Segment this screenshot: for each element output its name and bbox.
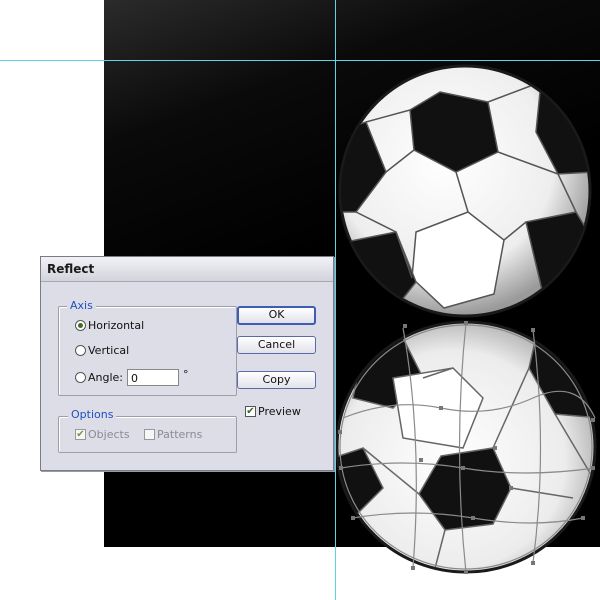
dialog-titlebar[interactable]: Reflect xyxy=(41,257,333,282)
reflected-soccer-ball[interactable] xyxy=(333,318,599,576)
horizontal-radio-option[interactable]: Horizontal xyxy=(75,317,144,333)
dialog-title: Reflect xyxy=(47,262,95,276)
soccer-ball[interactable] xyxy=(336,62,594,320)
patterns-option[interactable]: Patterns xyxy=(144,427,202,441)
horizontal-label: Horizontal xyxy=(88,318,145,332)
objects-label: Objects xyxy=(88,427,130,441)
patterns-label: Patterns xyxy=(157,427,203,441)
axis-group-label: Axis xyxy=(67,299,96,312)
reflect-dialog: Reflect Axis Horizontal Vertical Angle: … xyxy=(40,256,334,471)
ok-button[interactable]: OK xyxy=(237,306,316,325)
copy-button[interactable]: Copy xyxy=(237,371,316,389)
angle-input[interactable]: 0 xyxy=(127,368,180,386)
vertical-label: Vertical xyxy=(88,343,130,357)
options-group-label: Options xyxy=(68,408,117,421)
horizontal-radio[interactable] xyxy=(75,319,86,331)
vertical-radio[interactable] xyxy=(75,344,86,356)
preview-label: Preview xyxy=(258,404,301,418)
cancel-button[interactable]: Cancel xyxy=(237,336,316,354)
horizontal-guide[interactable] xyxy=(0,60,600,61)
vertical-guide[interactable] xyxy=(335,0,336,600)
objects-option[interactable]: ✔ Objects xyxy=(75,427,130,441)
angle-radio-option[interactable]: Angle: 0 ° xyxy=(75,367,189,387)
objects-checkbox[interactable]: ✔ xyxy=(75,428,86,440)
patterns-checkbox[interactable] xyxy=(144,428,155,440)
angle-radio[interactable] xyxy=(75,371,86,383)
vertical-radio-option[interactable]: Vertical xyxy=(75,342,129,358)
preview-checkbox[interactable]: ✔ xyxy=(245,405,256,417)
angle-label: Angle: xyxy=(88,370,124,384)
degree-symbol: ° xyxy=(183,367,189,381)
preview-option[interactable]: ✔ Preview xyxy=(245,404,301,418)
